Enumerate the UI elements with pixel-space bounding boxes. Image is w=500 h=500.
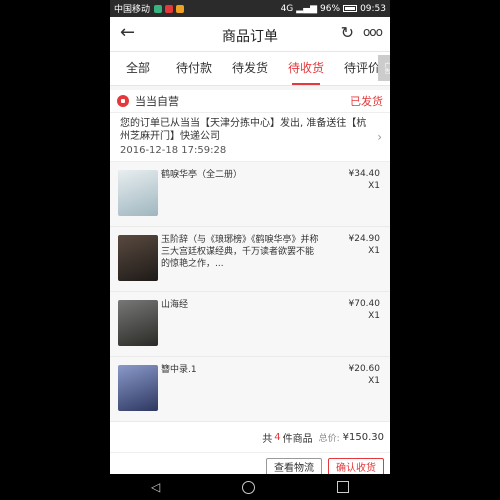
- shop-logo-icon: [117, 95, 129, 107]
- item-qty: X1: [368, 376, 380, 386]
- order-status: 已发货: [350, 95, 383, 108]
- book-cover-image: [118, 300, 158, 346]
- book-cover-image: [118, 365, 158, 411]
- list-item[interactable]: 玉阶辞（与《琅琊榜》《鹤唳华亭》并称三大宫廷权谋经典，千万读者欲罢不能的惊艳之作…: [110, 227, 390, 292]
- logistics-info[interactable]: 您的订单已从当当【天津分拣中心】发出, 准备送往【杭州芝麻开门】快递公司 201…: [110, 113, 390, 162]
- back-arrow-icon[interactable]: ←: [120, 24, 135, 42]
- app-notification-icon: [176, 4, 185, 13]
- carrier-label: 中国移动: [114, 5, 151, 15]
- chevron-right-icon: ›: [377, 130, 382, 144]
- tab-pending-receipt[interactable]: 待收货: [278, 52, 334, 85]
- shop-row[interactable]: 当当自营 已发货: [110, 90, 390, 113]
- more-icon[interactable]: ooo: [363, 25, 383, 39]
- network-label: 4G: [280, 3, 294, 14]
- refresh-icon[interactable]: ↻: [341, 23, 354, 42]
- order-card: 当当自营 已发货 您的订单已从当当【天津分拣中心】发出, 准备送往【杭州芝麻开门…: [110, 90, 390, 483]
- logistics-time: 2016-12-18 17:59:28: [120, 145, 227, 156]
- item-qty: X1: [368, 246, 380, 256]
- list-item[interactable]: 鹤唳华亭（全二册） ¥34.40 X1: [110, 162, 390, 227]
- item-price: ¥34.40: [348, 169, 381, 179]
- total-label: 总价:: [318, 433, 340, 444]
- app-notification-icon: [165, 4, 174, 13]
- item-qty: X1: [368, 311, 380, 321]
- item-price: ¥70.40: [348, 299, 381, 309]
- item-name: 簪中录.1: [161, 365, 197, 375]
- item-price: ¥20.60: [348, 364, 381, 374]
- battery-label: 96%: [320, 3, 341, 14]
- tab-all[interactable]: 全部: [110, 52, 166, 85]
- battery-icon: [343, 5, 358, 12]
- list-item[interactable]: 簪中录.1 ¥20.60 X1: [110, 357, 390, 422]
- nav-recents-icon[interactable]: [337, 481, 350, 493]
- status-bar: 中国移动 4G ▂▄▆ 96% 09:53: [110, 0, 390, 17]
- item-price: ¥24.90: [348, 234, 381, 244]
- nav-home-icon[interactable]: [242, 480, 256, 494]
- tab-pending-payment[interactable]: 待付款: [166, 52, 222, 85]
- signal-icon: ▂▄▆: [296, 3, 318, 14]
- total-price: ¥150.30: [342, 431, 384, 443]
- tab-pending-shipment[interactable]: 待发货: [222, 52, 278, 85]
- item-name: 鹤唳华亭（全二册）: [161, 170, 243, 180]
- order-summary: 共 4 件商品 总价: ¥150.30: [110, 422, 390, 453]
- wechat-notification-icon: [154, 4, 163, 13]
- summary-prefix: 共: [262, 433, 273, 445]
- status-right: 4G ▂▄▆ 96% 09:53: [281, 4, 386, 14]
- system-nav-bar: ◁: [110, 474, 390, 500]
- item-count: 4: [274, 431, 281, 443]
- shop-name: 当当自营: [135, 95, 179, 108]
- item-name: 玉阶辞（与《琅琊榜》《鹤唳华亭》并称三大宫廷权谋经典，千万读者欲罢不能的惊艳之作…: [161, 235, 319, 269]
- item-list: 鹤唳华亭（全二册） ¥34.40 X1 玉阶辞（与《琅琊榜》《鹤唳华亭》并称三大…: [110, 162, 390, 422]
- ad-tag[interactable]: 广告: [378, 55, 390, 81]
- clock: 09:53: [360, 3, 386, 14]
- header: ← 商品订单 ↻ ooo: [110, 17, 390, 52]
- logistics-text: 您的订单已从当当【天津分拣中心】发出, 准备送往【杭州芝麻开门】快递公司: [120, 118, 367, 142]
- item-qty: X1: [368, 181, 380, 191]
- order-tabs: 全部 待付款 待发货 待收货 待评价: [110, 52, 390, 86]
- summary-suffix: 件商品: [282, 433, 313, 445]
- phone-screen: 中国移动 4G ▂▄▆ 96% 09:53 ← 商品订单 ↻ ooo 全部 待付…: [110, 0, 390, 500]
- item-name: 山海经: [161, 300, 189, 310]
- book-cover-image: [118, 235, 158, 281]
- book-cover-image: [118, 170, 158, 216]
- list-item[interactable]: 山海经 ¥70.40 X1: [110, 292, 390, 357]
- nav-back-icon[interactable]: ◁: [151, 480, 160, 494]
